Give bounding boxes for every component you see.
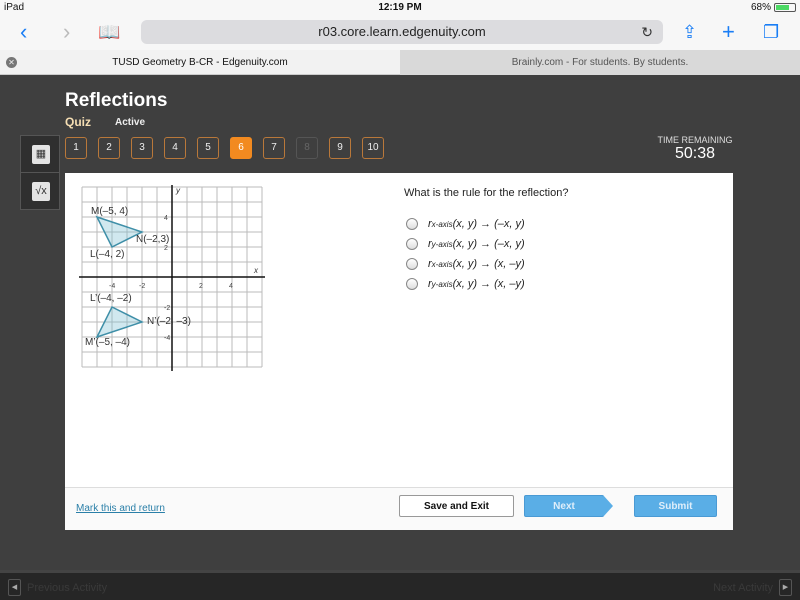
page-title: Reflections (65, 90, 168, 111)
question-5-button[interactable]: 5 (197, 137, 219, 159)
activity-type: Quiz (65, 115, 91, 129)
x-tick-label: -4 (109, 283, 115, 290)
radio-button[interactable] (406, 238, 418, 250)
y-tick-label: -2 (164, 305, 170, 312)
activity-status: Active (115, 117, 146, 128)
question-4-button[interactable]: 4 (164, 137, 186, 159)
answer-options: r x-axis (x, y) → (–x, y) r y-axis (x, y) → … (406, 214, 525, 294)
vertex-label: N(–2,3) (136, 234, 169, 245)
y-tick-label: 4 (164, 215, 168, 222)
question-8-button: 8 (296, 137, 318, 159)
close-tab-icon[interactable]: ✕ (6, 57, 17, 68)
previous-activity-button[interactable]: ◀ Previous Activity (8, 579, 107, 596)
tabs-icon[interactable]: ❐ (763, 20, 779, 44)
status-bar: iPad 12:19 PM 68% (0, 0, 800, 16)
tab-brainly[interactable]: Brainly.com - For students. By students. (400, 50, 800, 75)
coordinate-graph: xy-4 -2 2 442-2-4M(–5, 4)N(–2,3)L(–4, 2)L’(… (79, 185, 265, 371)
question-9-button[interactable]: 9 (329, 137, 351, 159)
question-nav: 1 2 3 4 5 6 7 8 9 10 (65, 137, 384, 159)
x-axis-label: x (253, 266, 259, 275)
bookmarks-icon[interactable]: 📖 (98, 20, 120, 44)
vertex-label: M’(–5, –4) (85, 337, 130, 348)
timer: TIME REMAINING 50:38 (640, 135, 750, 163)
timer-value: 50:38 (674, 145, 716, 162)
question-3-button[interactable]: 3 (131, 137, 153, 159)
share-icon[interactable]: ⇪ (682, 20, 697, 44)
question-2-button[interactable]: 2 (98, 137, 120, 159)
formula-tool[interactable]: √x (20, 172, 60, 210)
y-tick-label: -4 (164, 335, 170, 342)
question-7-button[interactable]: 7 (263, 137, 285, 159)
radio-button[interactable] (406, 278, 418, 290)
browser-toolbar: ‹ › 📖 r03.core.learn.edgenuity.com ↻ ⇪ + … (0, 16, 800, 50)
question-text: What is the rule for the reflection? (404, 187, 569, 199)
tab-bar: ✕ TUSD Geometry B-CR - Edgenuity.com Brai… (0, 50, 800, 75)
next-activity-button[interactable]: Next Activity ▶ (713, 579, 792, 596)
vertex-label: N’(–2, –3) (147, 316, 191, 327)
option-1[interactable]: r x-axis (x, y) → (–x, y) (406, 214, 525, 234)
radio-button[interactable] (406, 258, 418, 270)
activity-nav-bar: ◀ Previous Activity Next Activity ▶ (0, 570, 800, 600)
save-and-exit-button[interactable]: Save and Exit (399, 495, 514, 517)
square-root-icon: √x (32, 182, 50, 201)
mark-and-return-link[interactable]: Mark this and return (76, 503, 165, 514)
question-6-button[interactable]: 6 (230, 137, 252, 159)
back-icon[interactable]: ‹ (20, 20, 27, 44)
calculator-tool[interactable]: ▦ (20, 135, 60, 173)
option-3[interactable]: r x-axis (x, y) → (x, –y) (406, 254, 525, 274)
url-bar[interactable]: r03.core.learn.edgenuity.com ↻ (141, 20, 663, 44)
reflected-triangle (95, 305, 144, 339)
reload-icon[interactable]: ↻ (641, 20, 653, 44)
vertex-label: L(–4, 2) (90, 249, 124, 260)
next-arrow-icon: ▶ (779, 579, 792, 596)
option-4[interactable]: r y-axis (x, y) → (x, –y) (406, 274, 525, 294)
timer-label: TIME REMAINING (657, 135, 733, 145)
next-button[interactable]: Next (524, 495, 613, 517)
question-panel: x y -4 -2 2 4 4 2 -2 -4 M(–5, 4) N(–2,3) L(–4, 2) L’(… (65, 173, 733, 530)
tab-edgenuity[interactable]: ✕ TUSD Geometry B-CR - Edgenuity.com (0, 50, 400, 75)
x-tick-label: -2 (139, 283, 145, 290)
battery-icon (774, 3, 796, 12)
question-10-button[interactable]: 10 (362, 137, 384, 159)
battery-percent: 68% (750, 2, 771, 13)
clock: 12:19 PM (378, 2, 422, 13)
x-tick-label: 2 (199, 283, 203, 290)
calculator-icon: ▦ (32, 145, 50, 164)
radio-button[interactable] (406, 218, 418, 230)
panel-footer: Mark this and return Save and Exit Next … (65, 487, 733, 530)
option-2[interactable]: r y-axis (x, y) → (–x, y) (406, 234, 525, 254)
forward-icon[interactable]: › (63, 20, 70, 44)
submit-button[interactable]: Submit (634, 495, 717, 517)
y-tick-label: 2 (164, 245, 168, 252)
x-tick-label: 4 (229, 283, 233, 290)
vertex-label: L’(–4, –2) (90, 293, 132, 304)
question-1-button[interactable]: 1 (65, 137, 87, 159)
previous-arrow-icon: ◀ (8, 579, 21, 596)
vertex-label: M(–5, 4) (91, 206, 128, 217)
new-tab-icon[interactable]: + (722, 20, 735, 44)
